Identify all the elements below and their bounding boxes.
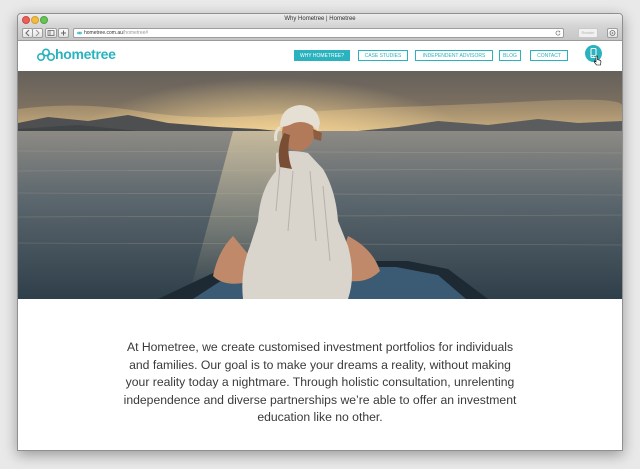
site-header: hometree WHY HOMETREE? CASE STUDIES INDE… — [18, 41, 622, 71]
browser-window: Why Hometree | Hometree hometree.com.au/… — [17, 13, 623, 451]
url-host: hometree.com.au — [84, 30, 123, 36]
forward-arrow-icon — [35, 29, 40, 37]
close-window-button[interactable] — [22, 16, 30, 24]
sidebar-icon — [47, 30, 55, 36]
maximize-window-button[interactable] — [40, 16, 48, 24]
downloads-button[interactable] — [607, 28, 618, 38]
downloads-icon — [609, 30, 616, 36]
new-tab-button[interactable] — [58, 28, 69, 38]
nav-case-studies[interactable]: CASE STUDIES — [358, 50, 408, 61]
intro-paragraph: At Hometree, we create customised invest… — [18, 339, 622, 427]
forward-button[interactable] — [32, 28, 43, 38]
title-bar: Why Hometree | Hometree — [18, 14, 622, 25]
plus-icon — [61, 30, 66, 36]
url-path: /hometree# — [122, 30, 149, 36]
woman-on-boat-photo — [18, 71, 622, 299]
back-arrow-icon — [25, 29, 30, 37]
minimize-window-button[interactable] — [31, 16, 39, 24]
nav-independent-advisors[interactable]: INDEPENDENT ADVISORS — [415, 50, 493, 61]
sidebar-toggle-button[interactable] — [45, 28, 57, 38]
intro-text: At Hometree, we create customised invest… — [123, 340, 517, 424]
address-bar[interactable]: hometree.com.au/hometree# — [73, 28, 564, 38]
nav-contact[interactable]: CONTACT — [530, 50, 568, 61]
nav-why-hometree[interactable]: WHY HOMETREE? — [294, 50, 350, 61]
browser-toolbar: hometree.com.au/hometree# Reader — [18, 25, 622, 41]
nav-blog[interactable]: BLOG — [499, 50, 521, 61]
hero-image — [18, 71, 622, 299]
mouse-cursor-icon — [593, 55, 602, 66]
logo-text: hometree — [55, 46, 116, 62]
three-circles-logo-icon — [37, 48, 56, 62]
page-content: hometree WHY HOMETREE? CASE STUDIES INDE… — [18, 41, 622, 450]
site-favicon-icon — [76, 31, 83, 34]
reload-icon[interactable] — [555, 30, 561, 36]
window-title: Why Hometree | Hometree — [284, 16, 356, 22]
reader-button[interactable]: Reader — [578, 28, 598, 38]
